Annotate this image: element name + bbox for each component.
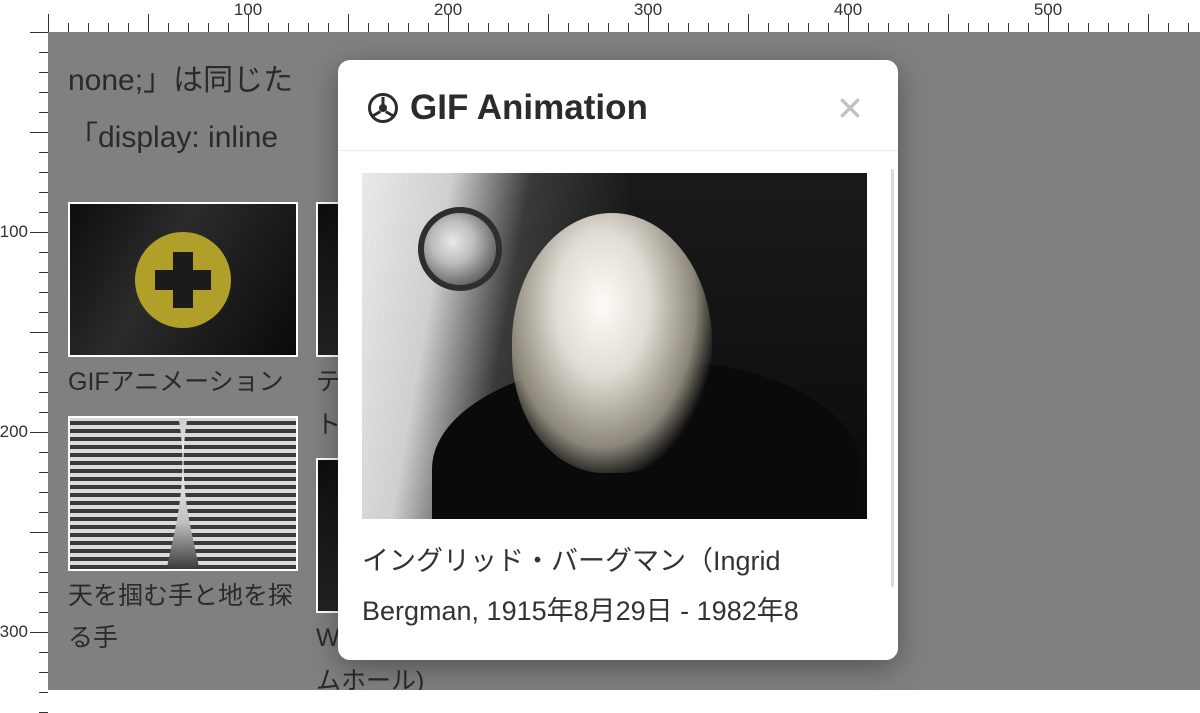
card-thumb [68, 202, 298, 357]
card-caption: 天を掴む手と地を探る手 [68, 575, 298, 660]
card-gif-animation[interactable]: GIFアニメーション [68, 202, 298, 404]
card-hands[interactable]: 天を掴む手と地を探る手 [68, 416, 298, 660]
modal-gif-animation: GIF Animation イングリッド・バーグマン（Ingrid Bergma… [338, 60, 898, 660]
content-stage: none;」は同じた 「display: inline GIFアニメーション 天… [48, 32, 1200, 690]
scrollbar[interactable] [891, 169, 894, 587]
modal-title-text: GIF Animation [410, 88, 648, 128]
close-icon [837, 95, 863, 121]
modal-title: GIF Animation [368, 88, 648, 128]
radiation-icon [368, 93, 398, 123]
card-caption: GIFアニメーション [68, 361, 298, 404]
plus-icon [135, 232, 231, 328]
modal-body[interactable]: イングリッド・バーグマン（Ingrid Bergman, 1915年8月29日 … [338, 151, 898, 647]
modal-header: GIF Animation [338, 60, 898, 151]
card-thumb [68, 416, 298, 571]
close-button[interactable] [832, 90, 868, 126]
hero-caption: イングリッド・バーグマン（Ingrid Bergman, 1915年8月29日 … [362, 537, 862, 637]
ruler-horizontal: 100200300400500 [48, 0, 1200, 32]
ruler-vertical: 100200300 [0, 32, 48, 690]
hero-image [362, 173, 867, 519]
ruler-corner [0, 0, 48, 32]
